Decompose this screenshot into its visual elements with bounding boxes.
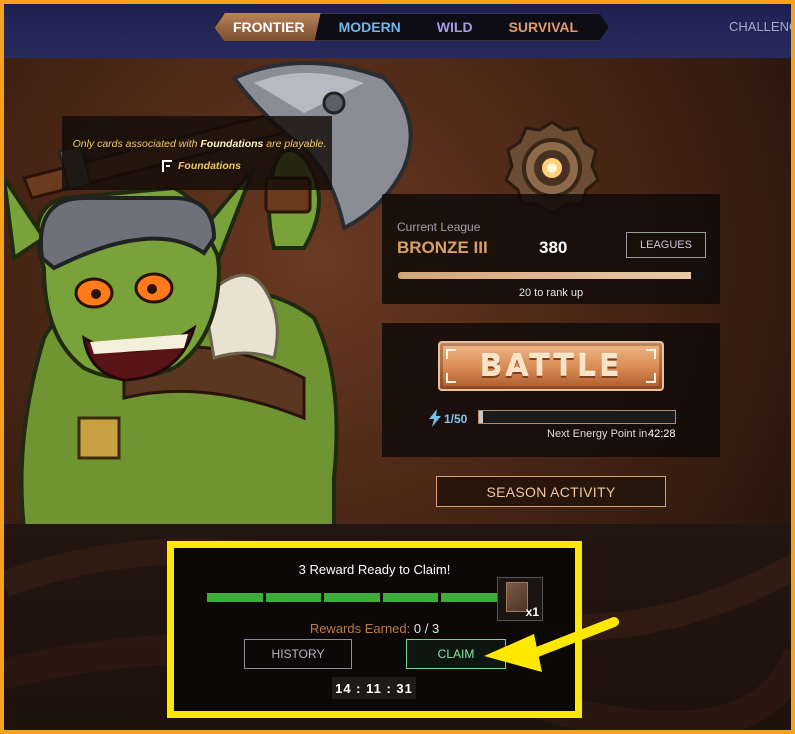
reward-progress-segment — [441, 593, 497, 602]
top-nav: FRONTIER MODERN WILD SURVIVAL CHALLENGES — [4, 4, 791, 58]
battle-corner-ornament — [446, 373, 456, 383]
tab-wild[interactable]: WILD — [419, 13, 491, 41]
next-energy-time: 42:28 — [648, 428, 676, 440]
reward-ready-title: 3 Reward Ready to Claim! — [298, 562, 451, 577]
foundations-set-icon — [162, 160, 172, 172]
reward-timer: 14 : 11 : 31 — [332, 677, 416, 699]
energy-bar-fill — [479, 411, 483, 423]
leagues-button[interactable]: LEAGUES — [626, 232, 706, 258]
energy-bar — [478, 410, 676, 424]
tab-frontier[interactable]: FRONTIER — [215, 13, 321, 41]
battle-button[interactable]: BATTLE — [438, 341, 664, 391]
next-energy-label: Next Energy Point in — [547, 428, 648, 440]
reward-progress-segment — [324, 593, 380, 602]
format-tabs: FRONTIER MODERN WILD SURVIVAL — [214, 13, 609, 41]
energy-count: 1/50 — [444, 412, 468, 426]
battle-corner-ornament — [646, 349, 656, 359]
league-caption: Current League — [397, 220, 481, 234]
tab-survival[interactable]: SURVIVAL — [491, 13, 597, 41]
energy-lightning-icon — [429, 409, 441, 427]
rank-progress-fill — [398, 272, 691, 279]
reward-progress-bar — [207, 593, 497, 602]
app-frame: FRONTIER MODERN WILD SURVIVAL CHALLENGES — [0, 0, 795, 734]
rank-progress-bar — [398, 272, 706, 279]
pointer-arrow-icon — [484, 617, 619, 672]
battle-corner-ornament — [446, 349, 456, 359]
tab-modern[interactable]: MODERN — [321, 13, 419, 41]
battle-corner-ornament — [646, 373, 656, 383]
format-restriction-panel: Only cards associated with Foundations a… — [62, 116, 332, 190]
history-button[interactable]: HISTORY — [244, 639, 352, 669]
challenges-link[interactable]: CHALLENGES — [729, 19, 791, 34]
foundations-set-label: Foundations — [178, 160, 241, 172]
league-name: BRONZE III — [397, 238, 488, 257]
battle-panel: BATTLE 1/50 Next Energy Point in 42:28 — [382, 323, 720, 457]
season-activity-button[interactable]: SEASON ACTIVITY — [436, 476, 666, 507]
reward-progress-segment — [265, 593, 322, 602]
rank-up-text: 20 to rank up — [518, 287, 584, 299]
reward-progress-segment — [382, 593, 439, 602]
rewards-earned-count: 0 / 3 — [413, 621, 440, 636]
league-panel: Current League BRONZE III 380 LEAGUES 20… — [382, 194, 720, 304]
league-points: 380 — [539, 238, 568, 257]
battle-label: BATTLE — [479, 348, 623, 384]
foundations-set-tag: Foundations — [162, 160, 241, 172]
reward-progress-segment — [207, 593, 263, 602]
rewards-earned-label: Rewards Earned: — [309, 621, 411, 636]
restriction-text: Only cards associated with Foundations a… — [72, 138, 327, 150]
